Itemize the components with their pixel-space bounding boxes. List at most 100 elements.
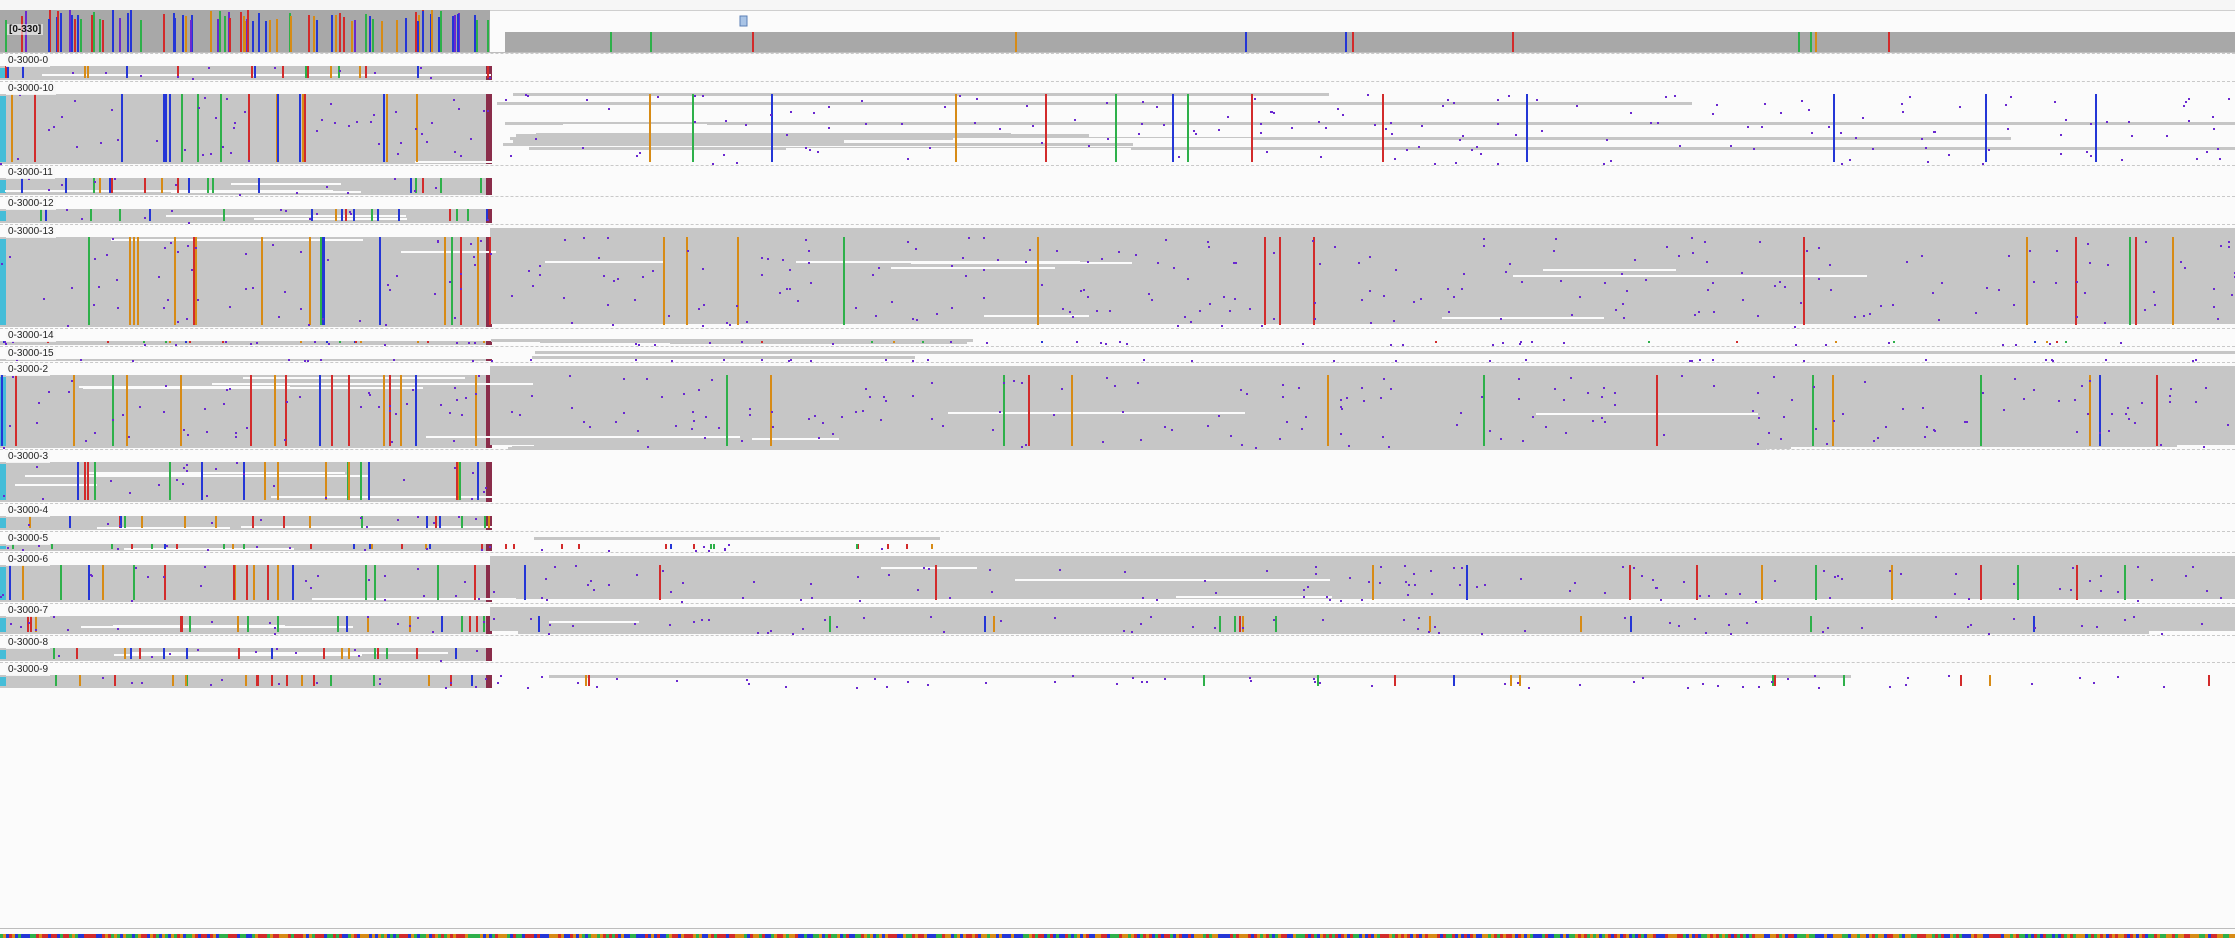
variant-column [126, 66, 128, 78]
mismatch-dot [391, 441, 393, 443]
mismatch-dot [233, 127, 235, 129]
reference-base [1794, 934, 1797, 938]
reference-base [183, 934, 186, 938]
variant-column [417, 66, 419, 78]
reference-base [342, 934, 345, 938]
variant-column [274, 375, 276, 446]
reference-base [657, 934, 660, 938]
sample-track[interactable]: 0-3000-3 [0, 449, 2235, 504]
read-pileup[interactable] [0, 450, 2235, 504]
mismatch-dot [256, 342, 258, 344]
read-pileup[interactable] [0, 225, 2235, 329]
coverage-track[interactable]: [0-330] [0, 10, 2235, 53]
reference-base [201, 934, 204, 938]
mismatch-dot [789, 288, 791, 290]
alignment-viewer[interactable]: [0-330] 0-3000-0 0-3000-10 0-3000-11 0-3… [0, 0, 2235, 938]
mismatch-dot [1131, 631, 1133, 633]
sample-track[interactable]: 0-3000-5 [0, 531, 2235, 553]
mismatch-dot [2111, 413, 2113, 415]
variant-column [341, 648, 343, 659]
reference-base [834, 934, 837, 938]
mismatch-dot [2185, 575, 2187, 577]
reference-base [939, 934, 942, 938]
reference-sequence-track[interactable] [0, 928, 2235, 938]
read-gap [231, 183, 341, 185]
reference-base [684, 934, 687, 938]
sample-track[interactable]: 0-3000-13 [0, 224, 2235, 329]
sample-track[interactable]: 0-3000-8 [0, 635, 2235, 663]
mismatch-dot [478, 375, 480, 377]
reference-base [1539, 934, 1542, 938]
sample-track[interactable]: 0-3000-2 [0, 362, 2235, 450]
variant-column [304, 94, 306, 162]
reference-base [1875, 934, 1878, 938]
reference-base [1884, 934, 1887, 938]
mismatch-dot [1615, 309, 1617, 311]
mismatch-dot [449, 281, 451, 283]
mismatch-dot [1601, 396, 1603, 398]
read-pileup[interactable] [0, 553, 2235, 604]
reference-base [1002, 934, 1005, 938]
read-pileup[interactable] [0, 636, 2235, 663]
mismatch-dot [1303, 596, 1305, 598]
mismatch-dot [1520, 578, 1522, 580]
read-pileup[interactable] [0, 197, 2235, 225]
read-pileup[interactable] [0, 329, 2235, 347]
read-pileup[interactable] [0, 604, 2235, 636]
reference-base [2193, 934, 2196, 938]
mismatch-dot [182, 483, 184, 485]
read-pileup[interactable] [0, 663, 2235, 690]
coverage-histogram[interactable] [0, 10, 2235, 52]
sample-track[interactable]: 0-3000-15 [0, 346, 2235, 363]
variant-column [1656, 375, 1658, 446]
sample-track[interactable]: 0-3000-6 [0, 552, 2235, 604]
read-pileup[interactable] [0, 363, 2235, 450]
reference-base [1437, 934, 1440, 938]
variant-column [426, 516, 428, 528]
sample-track[interactable]: 0-3000-7 [0, 603, 2235, 636]
sample-track[interactable]: 0-3000-11 [0, 165, 2235, 197]
variant-column [887, 544, 889, 549]
read-pileup[interactable] [0, 82, 2235, 166]
mismatch-dot [284, 291, 286, 293]
mismatch-dot [440, 660, 442, 662]
mismatch-dot [1622, 303, 1624, 305]
sample-track[interactable]: 0-3000-10 [0, 81, 2235, 166]
variant-column [1812, 375, 1814, 446]
mismatch-dot [1623, 317, 1625, 319]
read-pileup[interactable] [0, 347, 2235, 363]
read-pileup[interactable] [0, 166, 2235, 197]
mismatch-dot [2089, 380, 2091, 382]
reference-base [912, 934, 915, 938]
mismatch-dot [2007, 128, 2009, 130]
reference-base [1746, 934, 1749, 938]
mismatch-dot [489, 77, 491, 79]
mismatch-dot [1604, 421, 1606, 423]
variant-column [2026, 237, 2028, 325]
reference-base [318, 934, 321, 938]
reference-base [1146, 934, 1149, 938]
mismatch-dot [741, 341, 743, 343]
mismatch-dot [489, 546, 491, 548]
sample-track[interactable]: 0-3000-14 [0, 328, 2235, 347]
read-pileup[interactable] [0, 504, 2235, 532]
variant-column [330, 66, 332, 78]
sample-track[interactable]: 0-3000-4 [0, 503, 2235, 532]
coverage-variant-bar [190, 20, 192, 52]
reference-base [555, 934, 558, 938]
mismatch-dot [289, 547, 291, 549]
reference-base [102, 934, 105, 938]
sample-track[interactable]: 0-3000-9 [0, 662, 2235, 690]
reference-base [624, 934, 627, 938]
reference-base [1953, 934, 1956, 938]
sample-track[interactable]: 0-3000-12 [0, 196, 2235, 225]
read-pileup[interactable] [0, 532, 2235, 553]
mismatch-dot [1254, 98, 1256, 100]
read-pileup[interactable] [0, 54, 2235, 82]
mismatch-dot [1143, 359, 1145, 361]
mismatch-dot [2206, 590, 2208, 592]
mismatch-dot [810, 583, 812, 585]
mismatch-dot [235, 436, 237, 438]
sample-track[interactable]: 0-3000-0 [0, 53, 2235, 82]
alignment-tracks[interactable]: 0-3000-0 0-3000-10 0-3000-11 0-3000-12 0… [0, 53, 2235, 927]
